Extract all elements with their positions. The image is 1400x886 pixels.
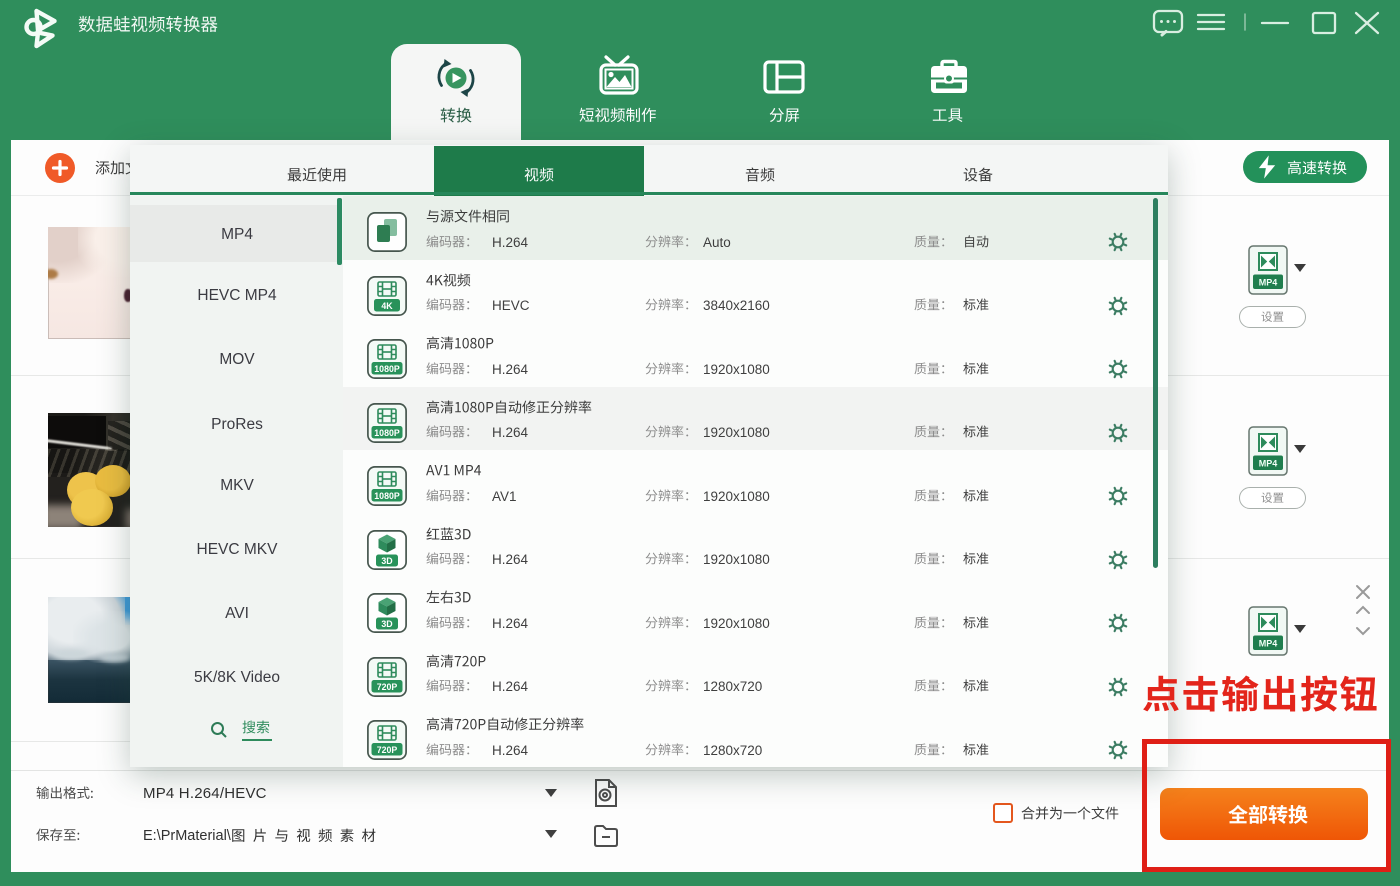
svg-text:MP4: MP4: [1259, 459, 1278, 469]
svg-text:720P: 720P: [377, 745, 398, 755]
svg-text:MP4: MP4: [1259, 278, 1278, 288]
svg-text:1080P: 1080P: [374, 491, 400, 501]
svg-text:3D: 3D: [381, 556, 392, 566]
svg-text:1080P: 1080P: [374, 427, 400, 437]
svg-text:720P: 720P: [377, 681, 398, 691]
svg-text:3D: 3D: [381, 619, 392, 629]
svg-text:MP4: MP4: [1259, 639, 1278, 649]
svg-text:4K: 4K: [381, 300, 393, 310]
svg-text:1080P: 1080P: [374, 364, 400, 374]
